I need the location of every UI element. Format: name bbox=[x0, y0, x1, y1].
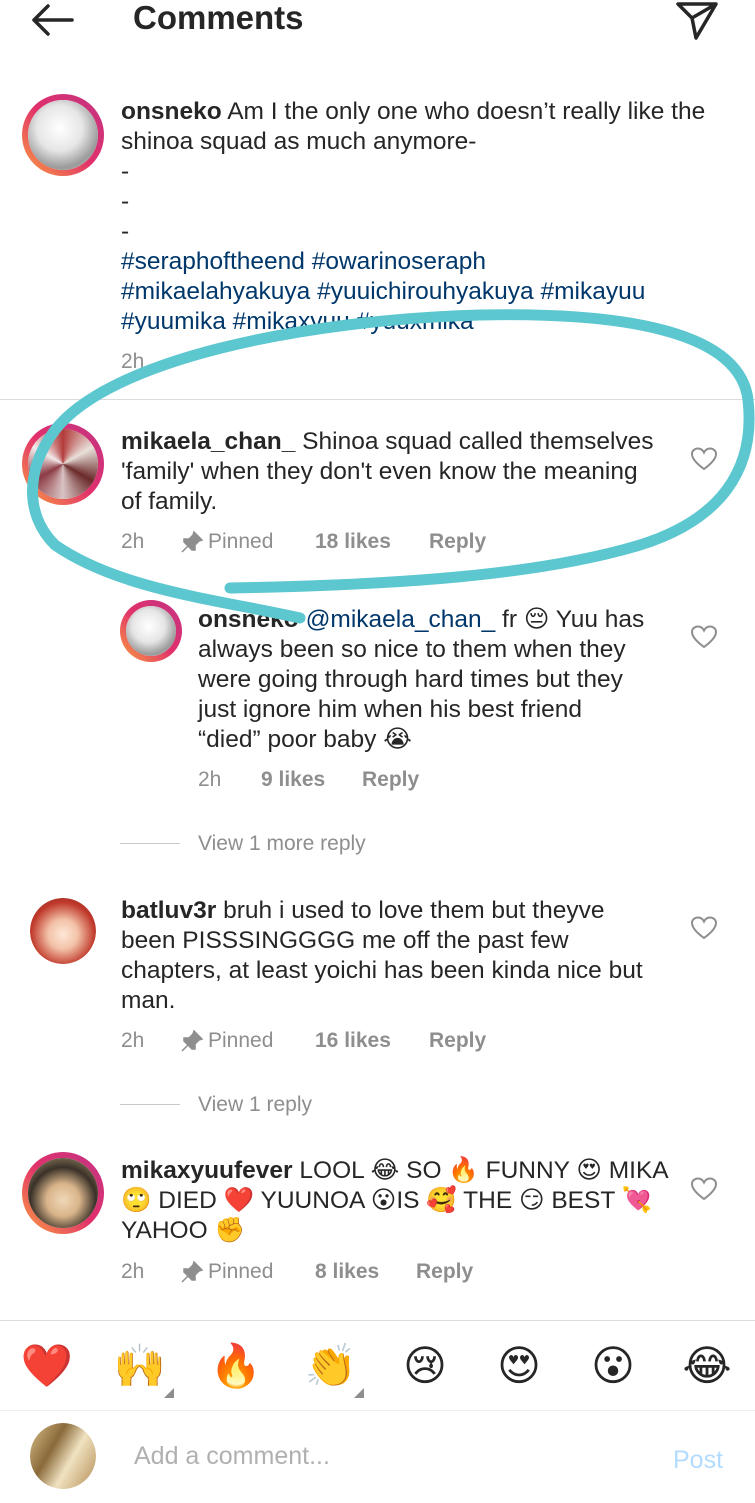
hashtags-line-3[interactable]: #yuumika #mikaxyuu #yuuxmika bbox=[121, 307, 474, 337]
caption-dash-2: - bbox=[121, 188, 130, 215]
header: Comments bbox=[0, 0, 755, 60]
comment-line: of family. bbox=[121, 488, 218, 515]
emoji-quick-bar: ❤️ 🙌 🔥 👏 😢 😍 😮 😂 bbox=[0, 1320, 755, 1411]
emoji-crying[interactable]: 😢 bbox=[395, 1341, 455, 1391]
skin-tone-indicator-icon bbox=[354, 1388, 364, 1398]
comment-line: chapters, at least yoichi has been kinda… bbox=[121, 957, 643, 984]
pinned-label: Pinned bbox=[208, 1260, 274, 1283]
comment-line: been PISSSINGGGG me off the past few bbox=[121, 927, 569, 954]
reply-button[interactable]: Reply bbox=[429, 1026, 486, 1056]
comment-line: Shinoa squad called themselves bbox=[302, 428, 654, 455]
comment-username[interactable]: mikaxyuufever bbox=[121, 1157, 293, 1184]
view-replies-line bbox=[120, 1104, 180, 1105]
comment-text: mikaxyuufever LOOL 😂 SO 🔥 FUNNY 😍 MIKA bbox=[121, 1156, 681, 1186]
reply-line: “died” poor baby 😭 bbox=[198, 726, 412, 753]
pin-icon bbox=[181, 530, 204, 553]
emoji-laughing[interactable]: 😂 bbox=[677, 1341, 737, 1391]
comment-time: 2h bbox=[121, 1260, 145, 1283]
avatar[interactable] bbox=[22, 1152, 104, 1234]
caption-dash-3: - bbox=[121, 218, 130, 245]
caption-username[interactable]: onsneko bbox=[121, 98, 222, 125]
caption-time: 2h bbox=[121, 350, 145, 373]
reply-button[interactable]: Reply bbox=[416, 1257, 473, 1287]
emoji-raised-hands[interactable]: 🙌 bbox=[110, 1341, 170, 1391]
reply-line: were going through hard times but they bbox=[198, 666, 623, 693]
avatar bbox=[30, 1423, 96, 1489]
view-replies-line bbox=[120, 843, 180, 844]
like-heart-icon[interactable] bbox=[691, 447, 717, 471]
back-arrow-icon[interactable] bbox=[28, 2, 76, 38]
comment-text: batluv3r bruh i used to love them but th… bbox=[121, 896, 681, 926]
avatar[interactable] bbox=[30, 898, 96, 964]
emoji-heart-eyes[interactable]: 😍 bbox=[489, 1341, 549, 1391]
caption-dash-1: - bbox=[121, 158, 130, 185]
hashtags-line-2[interactable]: #mikaelahyakuya #yuuichirouhyakuya #mika… bbox=[121, 277, 645, 307]
emoji-fire[interactable]: 🔥 bbox=[206, 1341, 266, 1391]
comment-username[interactable]: batluv3r bbox=[121, 897, 216, 924]
view-replies[interactable]: View 1 reply bbox=[198, 1090, 312, 1120]
likes-count[interactable]: 16 likes bbox=[315, 1026, 391, 1056]
reply-button[interactable]: Reply bbox=[362, 765, 419, 795]
reply-line: just ignore him when his best friend bbox=[198, 696, 583, 723]
comment-input-bar: Add a comment... Post bbox=[0, 1410, 755, 1503]
view-more-replies[interactable]: View 1 more reply bbox=[198, 829, 366, 859]
reply-mention[interactable]: @mikaela_chan_ bbox=[306, 606, 496, 633]
avatar[interactable] bbox=[22, 423, 104, 505]
likes-count[interactable]: 8 likes bbox=[315, 1257, 379, 1287]
reply-time: 2h bbox=[198, 768, 222, 791]
comment-line: LOOL 😂 SO 🔥 FUNNY 😍 MIKA bbox=[299, 1157, 669, 1184]
skin-tone-indicator-icon bbox=[164, 1388, 174, 1398]
avatar[interactable] bbox=[22, 94, 104, 176]
reply-line: fr 😔 Yuu has bbox=[502, 606, 645, 633]
avatar[interactable] bbox=[120, 600, 182, 662]
pin-icon bbox=[181, 1260, 204, 1283]
share-direct-icon[interactable] bbox=[674, 0, 720, 40]
comment-text: mikaela_chan_ Shinoa squad called themse… bbox=[121, 427, 681, 457]
likes-count[interactable]: 9 likes bbox=[261, 765, 325, 795]
caption-divider bbox=[0, 399, 755, 400]
page-title: Comments bbox=[133, 0, 304, 36]
reply-button[interactable]: Reply bbox=[429, 527, 486, 557]
reply-username[interactable]: onsneko bbox=[198, 606, 299, 633]
comment-time: 2h bbox=[121, 530, 145, 553]
comment-username[interactable]: mikaela_chan_ bbox=[121, 428, 295, 455]
hashtags-line-1[interactable]: #seraphoftheend #owarinoseraph bbox=[121, 247, 486, 277]
comment-line: 🙄 DIED ❤️ YUUNOA 😮IS 🥰 THE 😏 BEST 💘 bbox=[121, 1187, 653, 1214]
pinned-label: Pinned bbox=[208, 530, 274, 553]
pin-icon bbox=[181, 1029, 204, 1052]
post-button[interactable]: Post bbox=[673, 1446, 723, 1475]
comment-line: YAHOO ✊ bbox=[121, 1217, 245, 1244]
comment-input[interactable]: Add a comment... bbox=[134, 1442, 330, 1471]
like-heart-icon[interactable] bbox=[691, 916, 717, 940]
pinned-label: Pinned bbox=[208, 1029, 274, 1052]
emoji-clap[interactable]: 👏 bbox=[301, 1341, 361, 1391]
emoji-surprised[interactable]: 😮 bbox=[583, 1341, 643, 1391]
caption-text: onsneko Am I the only one who doesn’t re… bbox=[121, 97, 711, 157]
comment-time: 2h bbox=[121, 1029, 145, 1052]
emoji-heart[interactable]: ❤️ bbox=[17, 1341, 77, 1391]
like-heart-icon[interactable] bbox=[691, 1177, 717, 1201]
comment-line: bruh i used to love them but theyve bbox=[223, 897, 605, 924]
comment-line: man. bbox=[121, 987, 176, 1014]
likes-count[interactable]: 18 likes bbox=[315, 527, 391, 557]
comment-line: 'family' when they don't even know the m… bbox=[121, 458, 638, 485]
reply-text: onsneko @mikaela_chan_ fr 😔 Yuu has bbox=[198, 605, 678, 635]
reply-line: always been so nice to them when they bbox=[198, 636, 626, 663]
like-heart-icon[interactable] bbox=[691, 625, 717, 649]
